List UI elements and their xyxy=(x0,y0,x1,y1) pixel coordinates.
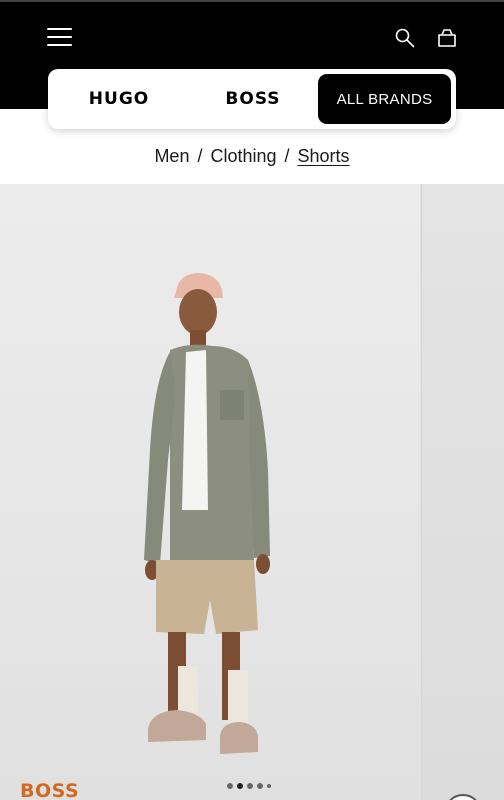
product-image-gallery[interactable]: BOSS xyxy=(0,184,504,800)
breadcrumb-shorts-link[interactable]: Shorts xyxy=(298,146,350,167)
pagination-dot[interactable] xyxy=(227,783,233,789)
pagination-dot[interactable] xyxy=(247,783,253,789)
product-image-main[interactable] xyxy=(0,184,420,800)
breadcrumb-clothing-link[interactable]: Clothing xyxy=(210,146,276,167)
brand-switcher: HUGO BOSS ALL BRANDS xyxy=(48,69,456,129)
breadcrumb-men-link[interactable]: Men xyxy=(154,146,189,167)
product-brand-label: BOSS xyxy=(20,780,80,800)
pagination-dot-active[interactable] xyxy=(237,783,243,789)
shopping-bag-icon[interactable] xyxy=(435,26,459,50)
product-model-photo xyxy=(144,273,270,754)
brand-tab-hugo[interactable]: HUGO xyxy=(48,74,190,124)
product-image-next-preview[interactable] xyxy=(421,184,504,800)
breadcrumb-separator: / xyxy=(284,146,290,166)
image-pagination-dots xyxy=(227,783,271,789)
brand-tab-all-brands[interactable]: ALL BRANDS xyxy=(318,74,451,124)
pagination-dot[interactable] xyxy=(257,783,263,789)
breadcrumb-separator: / xyxy=(197,146,203,166)
breadcrumb: Men / Clothing / Shorts xyxy=(0,146,504,167)
brand-tab-boss[interactable]: BOSS xyxy=(190,74,316,124)
search-icon[interactable] xyxy=(393,26,417,50)
hamburger-menu-icon[interactable] xyxy=(44,24,76,52)
pagination-dot[interactable] xyxy=(267,784,271,788)
